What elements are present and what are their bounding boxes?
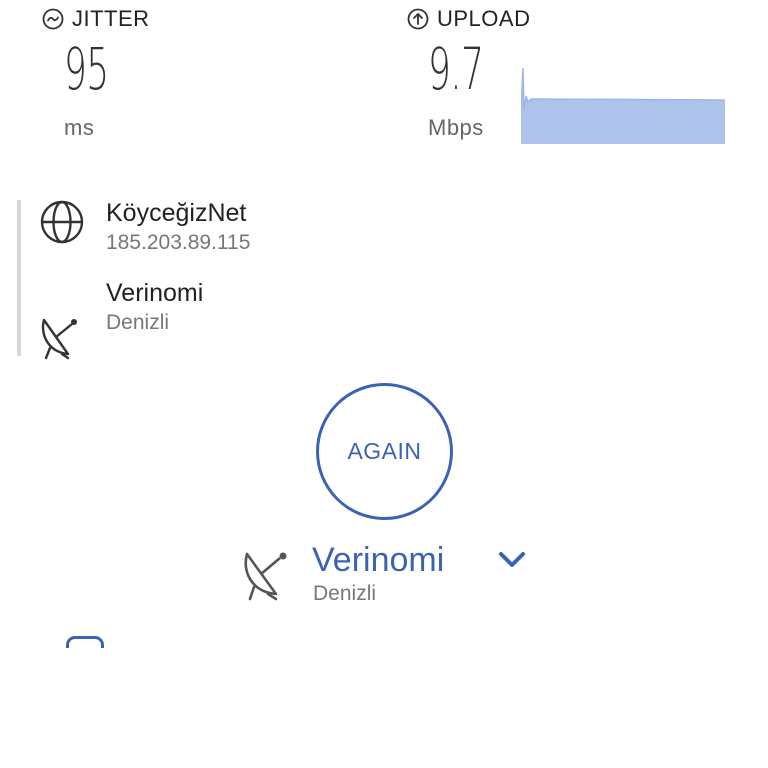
selected-server-location: Denizli: [313, 582, 377, 605]
bottom-panel: [0, 648, 768, 768]
jitter-unit: ms: [64, 115, 95, 140]
upload-arrow-icon: [407, 8, 429, 30]
chevron-down-icon[interactable]: [498, 551, 526, 569]
again-button-label: AGAIN: [347, 438, 422, 464]
jitter-label: JITTER: [72, 6, 150, 31]
server-location: Denizli: [106, 311, 170, 334]
jitter-value: 95: [64, 35, 109, 103]
info-divider: [17, 200, 21, 356]
satellite-dish-icon[interactable]: [240, 544, 298, 602]
isp-name: KöyceğizNet: [106, 199, 247, 227]
jitter-header: JITTER: [42, 6, 150, 32]
upload-value: 9.7: [428, 35, 484, 103]
isp-ip: 185.203.89.115: [106, 231, 251, 254]
jitter-icon: [42, 8, 64, 30]
server-name: Verinomi: [106, 279, 204, 307]
upload-unit: Mbps: [428, 115, 484, 140]
selected-server-name[interactable]: Verinomi: [312, 541, 444, 580]
satellite-dish-icon: [41, 318, 77, 360]
partial-bottom-icon[interactable]: [66, 636, 104, 648]
globe-icon: [40, 200, 84, 244]
again-button[interactable]: AGAIN: [316, 383, 453, 520]
upload-speed-graph: [521, 67, 725, 144]
upload-header: UPLOAD: [407, 6, 530, 32]
upload-label: UPLOAD: [437, 6, 531, 31]
